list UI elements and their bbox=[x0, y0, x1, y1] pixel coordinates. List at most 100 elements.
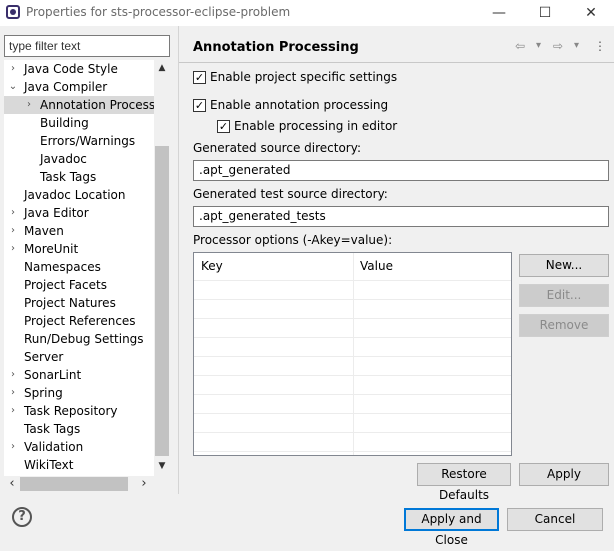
window-title: Properties for sts-processor-eclipse-pro… bbox=[26, 5, 291, 19]
sidebar-item[interactable]: › Maven bbox=[4, 222, 154, 240]
sidebar-item[interactable]: › Java Code Style bbox=[4, 60, 154, 78]
sidebar-item-label: MoreUnit bbox=[24, 242, 79, 256]
apply-and-close-button[interactable]: Apply and Close bbox=[404, 508, 499, 547]
sidebar-item[interactable]: Project Facets bbox=[4, 276, 154, 294]
enable-in-editor-checkbox[interactable]: ✓ bbox=[217, 120, 230, 133]
collapsed-chevron-icon[interactable]: › bbox=[8, 204, 18, 222]
sidebar-item-label: Validation bbox=[24, 440, 84, 454]
generated-source-label: Generated source directory: bbox=[193, 141, 361, 155]
processor-options-table[interactable]: Key Value bbox=[193, 252, 512, 456]
table-row-line bbox=[194, 432, 511, 433]
sidebar-item[interactable]: › Annotation Processing bbox=[4, 96, 154, 114]
sidebar-item[interactable]: › Spring bbox=[4, 384, 154, 402]
enable-in-editor-label[interactable]: Enable processing in editor bbox=[234, 119, 397, 133]
sidebar-item[interactable]: WikiText bbox=[4, 456, 154, 474]
sidebar-item-label: Maven bbox=[24, 224, 64, 238]
more-options-icon[interactable]: ⋮ bbox=[594, 38, 606, 54]
sidebar-item[interactable]: Task Tags bbox=[4, 420, 154, 438]
sidebar-item-label: Annotation Processing bbox=[40, 98, 154, 112]
scroll-down-arrow-icon[interactable]: ▼ bbox=[154, 458, 170, 474]
sidebar-item-label: Project Facets bbox=[24, 278, 107, 292]
column-header-key[interactable]: Key bbox=[194, 253, 223, 280]
sidebar-item[interactable]: Javadoc bbox=[4, 150, 154, 168]
table-row-line bbox=[194, 280, 511, 281]
scroll-right-arrow-icon[interactable]: › bbox=[136, 476, 152, 492]
forward-menu-chevron-icon[interactable]: ▾ bbox=[574, 38, 579, 54]
restore-defaults-button[interactable]: Restore Defaults bbox=[417, 463, 511, 502]
sidebar-item-label: Server bbox=[24, 350, 64, 364]
sidebar-item-label: Spring bbox=[24, 386, 63, 400]
minimize-button[interactable]: — bbox=[476, 0, 522, 26]
enable-project-settings-checkbox[interactable]: ✓ bbox=[193, 71, 206, 84]
collapsed-chevron-icon[interactable]: › bbox=[8, 366, 18, 384]
sidebar-item-label: SonarLint bbox=[24, 368, 82, 382]
generated-source-field[interactable]: .apt_generated bbox=[193, 160, 609, 181]
generated-test-source-field[interactable]: .apt_generated_tests bbox=[193, 206, 609, 227]
maximize-button[interactable]: ☐ bbox=[522, 0, 568, 26]
table-row-line bbox=[194, 413, 511, 414]
sidebar-item[interactable]: Building bbox=[4, 114, 154, 132]
help-icon[interactable]: ? bbox=[12, 507, 32, 527]
sidebar-item[interactable]: › Java Editor bbox=[4, 204, 154, 222]
back-menu-chevron-icon[interactable]: ▾ bbox=[536, 38, 541, 54]
apply-button[interactable]: Apply bbox=[519, 463, 609, 486]
edit-option-button[interactable]: Edit... bbox=[519, 284, 609, 307]
table-row-line bbox=[194, 318, 511, 319]
sidebar-item-label: Task Tags bbox=[24, 422, 81, 436]
collapsed-chevron-icon[interactable]: › bbox=[8, 222, 18, 240]
vertical-scroll-thumb[interactable] bbox=[155, 146, 169, 456]
sidebar-item[interactable]: Errors/Warnings bbox=[4, 132, 154, 150]
sidebar-item[interactable]: Server bbox=[4, 348, 154, 366]
enable-annotation-processing-checkbox[interactable]: ✓ bbox=[193, 99, 206, 112]
collapsed-chevron-icon[interactable]: › bbox=[8, 402, 18, 420]
remove-option-button[interactable]: Remove bbox=[519, 314, 609, 337]
filter-input[interactable] bbox=[4, 35, 170, 57]
sidebar-item[interactable]: Run/Debug Settings bbox=[4, 330, 154, 348]
sidebar-item-label: Java Editor bbox=[24, 206, 89, 220]
scroll-left-arrow-icon[interactable]: ‹ bbox=[4, 476, 20, 492]
sidebar-item[interactable]: Project References bbox=[4, 312, 154, 330]
table-row-line bbox=[194, 356, 511, 357]
sidebar-item[interactable]: › SonarLint bbox=[4, 366, 154, 384]
sidebar-item-label: Namespaces bbox=[24, 260, 101, 274]
sidebar-item[interactable]: › MoreUnit bbox=[4, 240, 154, 258]
table-row-line bbox=[194, 451, 511, 452]
property-tree[interactable]: › Java Code Style ⌄ Java Compiler › Annotatio… bbox=[4, 60, 154, 476]
sidebar-item[interactable]: Javadoc Location bbox=[4, 186, 154, 204]
collapsed-chevron-icon[interactable]: › bbox=[8, 438, 18, 456]
column-header-value[interactable]: Value bbox=[353, 253, 393, 280]
enable-annotation-processing-label[interactable]: Enable annotation processing bbox=[210, 98, 388, 112]
page-title: Annotation Processing bbox=[193, 40, 359, 55]
sidebar-item-label: Run/Debug Settings bbox=[24, 332, 144, 346]
sidebar-item[interactable]: Namespaces bbox=[4, 258, 154, 276]
sidebar-item-label: WikiText bbox=[24, 458, 74, 472]
cancel-button[interactable]: Cancel bbox=[507, 508, 603, 531]
sidebar-item-label: Errors/Warnings bbox=[40, 134, 136, 148]
eclipse-app-icon bbox=[6, 5, 20, 19]
collapsed-chevron-icon[interactable]: › bbox=[24, 96, 34, 114]
sidebar-item-label: Javadoc bbox=[40, 152, 87, 166]
generated-test-source-label: Generated test source directory: bbox=[193, 187, 388, 201]
close-button[interactable]: ✕ bbox=[568, 0, 614, 26]
collapsed-chevron-icon[interactable]: › bbox=[8, 384, 18, 402]
sidebar-item[interactable]: ⌄ Java Compiler bbox=[4, 78, 154, 96]
table-row-line bbox=[194, 394, 511, 395]
sidebar-item[interactable]: › Task Repository bbox=[4, 402, 154, 420]
sidebar-item[interactable]: › Validation bbox=[4, 438, 154, 456]
pane-divider[interactable] bbox=[178, 26, 179, 494]
scroll-up-arrow-icon[interactable]: ▲ bbox=[154, 60, 170, 76]
sidebar-item[interactable]: Project Natures bbox=[4, 294, 154, 312]
forward-arrow-icon[interactable]: ⇨ bbox=[553, 38, 563, 54]
back-arrow-icon[interactable]: ⇦ bbox=[515, 38, 525, 54]
header-separator bbox=[179, 62, 614, 63]
expanded-chevron-icon[interactable]: ⌄ bbox=[8, 78, 18, 96]
table-row-line bbox=[194, 375, 511, 376]
sidebar-item-label: Javadoc Location bbox=[24, 188, 126, 202]
collapsed-chevron-icon[interactable]: › bbox=[8, 60, 18, 78]
collapsed-chevron-icon[interactable]: › bbox=[8, 240, 18, 258]
sidebar-item-label: Project References bbox=[24, 314, 136, 328]
sidebar-item[interactable]: Task Tags bbox=[4, 168, 154, 186]
enable-project-settings-label[interactable]: Enable project specific settings bbox=[210, 70, 397, 84]
new-option-button[interactable]: New... bbox=[519, 254, 609, 277]
horizontal-scroll-thumb[interactable] bbox=[20, 477, 128, 491]
